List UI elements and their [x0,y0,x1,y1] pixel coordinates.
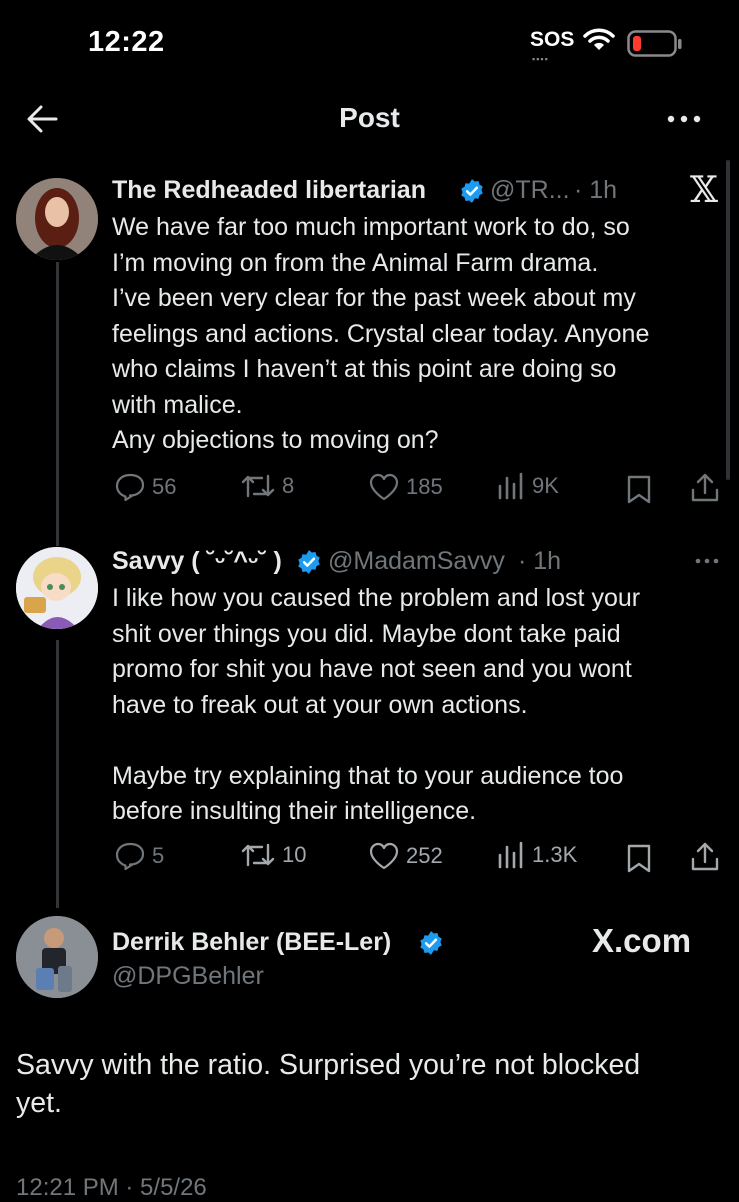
views-button[interactable]: 9K [496,472,559,500]
views-count: 1.3K [532,842,578,867]
reply-button[interactable]: 5 [114,841,164,871]
post-time: · 1h [574,176,618,204]
repost-button[interactable]: 8 [240,472,294,500]
repost-icon [241,474,275,498]
reply-icon [115,473,145,502]
post-time: · 1h [518,547,562,575]
verified-icon [298,550,320,574]
author-handle[interactable]: @MadamSavvy [328,547,505,576]
reply-count: 5 [152,843,165,868]
views-count: 9K [532,473,559,498]
author-name[interactable]: Savvy ( ˘ᵕ˘^ᵕ˘ ) [112,547,282,576]
views-button[interactable]: 1.3K [496,841,577,869]
signal-dots-icon: ▪▪▪▪ [532,54,549,64]
battery-icon [627,30,682,57]
avatar-image [16,547,98,629]
repost-count: 8 [282,473,295,498]
reply-count: 56 [152,474,177,499]
tweet[interactable]: The Redheaded libertarian @TR... · 1h 𝕏 … [0,170,739,510]
like-icon [369,473,399,501]
author-name[interactable]: The Redheaded libertarian [112,176,426,205]
reply-button[interactable]: 56 [114,472,176,502]
x-com-brand: X.com [592,922,692,959]
avatar-image [16,916,98,998]
reply-icon [115,842,145,871]
like-button[interactable]: 185 [368,472,443,502]
repost-count: 10 [282,842,307,867]
share-icon[interactable] [690,841,720,873]
repost-icon [241,843,275,867]
tweet-text: We have far too much important work to d… [112,213,650,454]
tweet[interactable]: Savvy ( ˘ᵕ˘^ᵕ˘ ) @MadamSavvy · 1h I like… [0,545,739,885]
bookmark-icon[interactable] [626,474,652,504]
repost-button[interactable]: 10 [240,841,306,869]
avatar[interactable] [16,916,98,998]
views-icon [498,472,523,500]
more-icon[interactable] [666,113,702,125]
like-count: 252 [406,843,443,868]
sos-indicator: SOS [530,28,575,51]
views-icon [498,841,523,869]
author-handle[interactable]: @DPGBehler [112,962,264,991]
main-post: Derrik Behler (BEE-Ler) @DPGBehler X.com… [0,912,739,1201]
avatar[interactable] [16,547,98,629]
avatar[interactable] [16,178,98,260]
author-handle[interactable]: @TR... [490,176,570,205]
page-title: Post [339,102,400,133]
bookmark-icon[interactable] [626,843,652,873]
like-icon [369,842,399,870]
tweet-text: I like how you caused the problem and lo… [112,584,641,825]
x-logo-icon: 𝕏 [690,170,718,211]
avatar-image [16,178,98,260]
share-icon[interactable] [690,472,720,504]
verified-icon [461,179,483,203]
author-name[interactable]: Derrik Behler (BEE-Ler) [112,928,391,957]
wifi-icon [583,28,615,50]
verified-icon [420,931,442,955]
status-time: 12:22 [88,26,165,58]
like-button[interactable]: 252 [368,841,443,871]
more-icon[interactable] [694,557,720,565]
post-text: Savvy with the ratio. Surprised you’re n… [16,1049,641,1119]
post-timestamp: 12:21 PM · 5/5/26 [16,1174,207,1201]
like-count: 185 [406,474,443,499]
